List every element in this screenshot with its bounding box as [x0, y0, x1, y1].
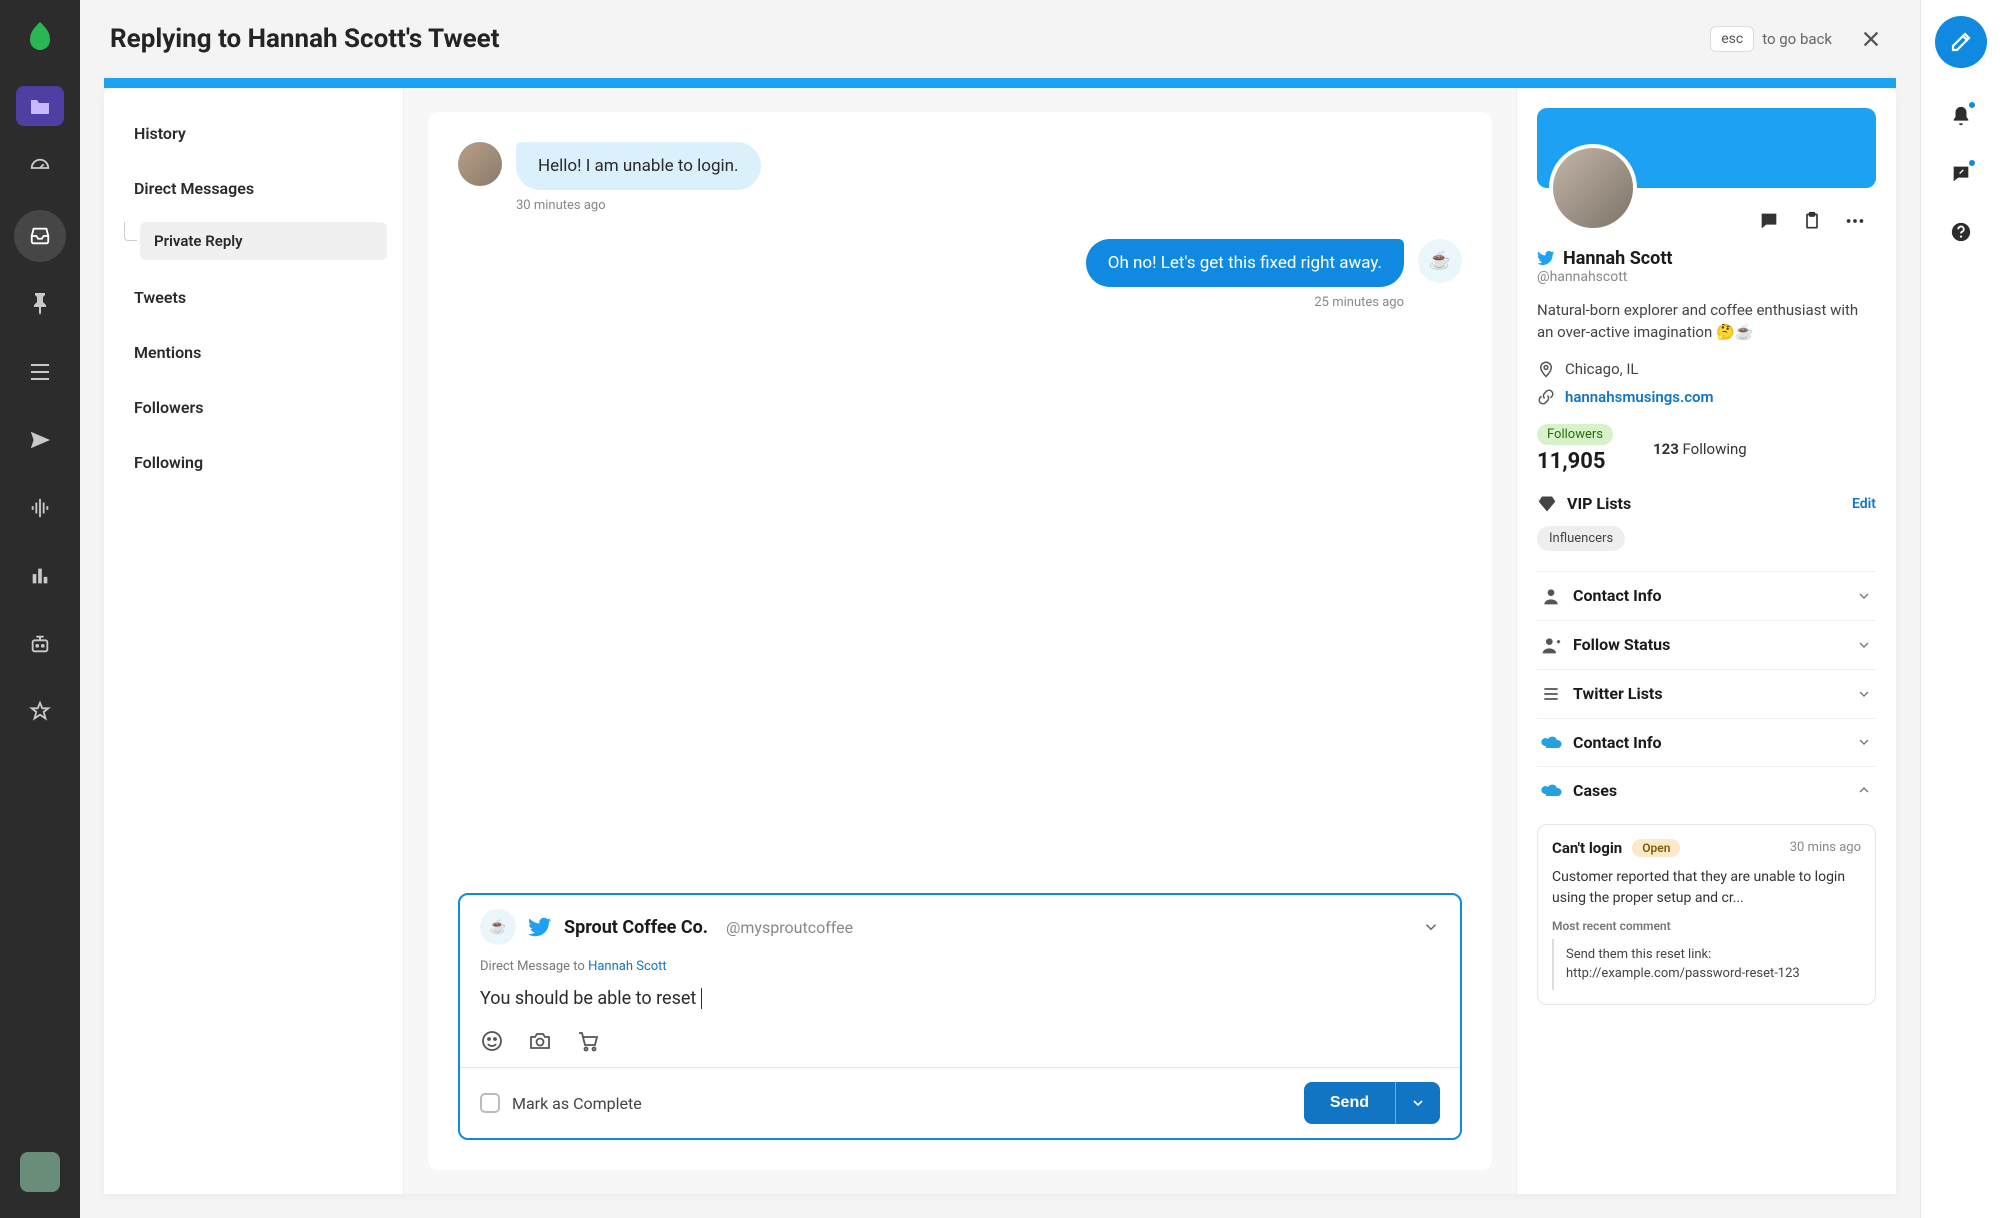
contact-avatar — [458, 142, 502, 186]
clipboard-icon[interactable] — [1802, 210, 1822, 232]
outgoing-time: 25 minutes ago — [458, 295, 1404, 310]
accordion-sf-cases[interactable]: Cases — [1537, 766, 1876, 814]
chevron-down-icon — [1856, 686, 1872, 702]
composer-sender-handle: @mysproutcoffee — [726, 918, 853, 937]
app-logo[interactable] — [20, 16, 60, 56]
notifications-icon[interactable] — [1941, 96, 1981, 136]
left-nav-rail — [0, 0, 80, 1218]
location-icon — [1537, 360, 1555, 378]
incoming-time: 30 minutes ago — [516, 198, 1462, 213]
close-button[interactable] — [1852, 20, 1890, 58]
conversation-nav: History Direct Messages Private Reply Tw… — [104, 88, 404, 1194]
case-status-badge: Open — [1632, 839, 1680, 857]
chevron-down-icon — [1856, 588, 1872, 604]
case-card[interactable]: Can't login Open 30 mins ago Customer re… — [1537, 824, 1876, 1005]
case-time: 30 mins ago — [1790, 840, 1861, 855]
nav-bot[interactable] — [14, 618, 66, 670]
nav-pin[interactable] — [14, 278, 66, 330]
case-comment: Send them this reset link: http://exampl… — [1552, 939, 1861, 990]
followers-badge: Followers — [1537, 424, 1613, 445]
person-icon — [1541, 586, 1561, 606]
more-icon[interactable] — [1844, 210, 1866, 232]
nav-following[interactable]: Following — [120, 441, 387, 484]
compose-button[interactable] — [1935, 16, 1987, 68]
salesforce-icon — [1541, 782, 1561, 798]
profile-name: Hannah Scott — [1563, 248, 1673, 269]
user-avatar-bottom[interactable] — [20, 1152, 60, 1192]
incoming-message: Hello! I am unable to login. — [516, 142, 761, 190]
nav-inbox[interactable] — [14, 210, 66, 262]
link-icon — [1537, 388, 1555, 406]
accordion-twitter-lists[interactable]: Twitter Lists — [1537, 669, 1876, 718]
esc-key-badge: esc — [1710, 26, 1754, 52]
page-title: Replying to Hannah Scott's Tweet — [110, 24, 1710, 54]
nav-reports[interactable] — [14, 550, 66, 602]
nav-reviews[interactable] — [14, 686, 66, 738]
help-icon[interactable] — [1941, 212, 1981, 252]
composer-recipient: Direct Message to Hannah Scott — [480, 959, 1440, 974]
esc-hint: to go back — [1762, 30, 1832, 48]
nav-publishing[interactable] — [14, 414, 66, 466]
chevron-up-icon — [1856, 782, 1872, 798]
followers-count: 11,905 — [1537, 449, 1613, 474]
mark-complete-label: Mark as Complete — [512, 1094, 642, 1113]
profile-website[interactable]: hannahsmusings.com — [1565, 388, 1714, 406]
chevron-down-icon — [1856, 734, 1872, 750]
case-recent-label: Most recent comment — [1552, 919, 1861, 933]
cart-icon[interactable] — [576, 1029, 600, 1053]
salesforce-icon — [1541, 734, 1561, 750]
case-title: Can't login — [1552, 839, 1622, 857]
vip-lists-label: VIP Lists — [1567, 494, 1842, 513]
nav-folder[interactable] — [16, 86, 64, 126]
follow-icon — [1541, 635, 1561, 655]
nav-feeds[interactable] — [14, 346, 66, 398]
profile-panel: Hannah Scott @hannahscott Natural-born e… — [1516, 88, 1896, 1194]
composer-brand-avatar: ☕ — [480, 909, 516, 945]
composer-sender-name: Sprout Coffee Co. — [564, 917, 708, 938]
nav-history[interactable]: History — [120, 112, 387, 155]
brand-avatar: ☕ — [1418, 239, 1462, 283]
vip-edit-link[interactable]: Edit — [1852, 496, 1876, 512]
diamond-icon — [1537, 494, 1557, 514]
twitter-icon — [528, 915, 552, 939]
emoji-picker-icon[interactable] — [480, 1029, 504, 1053]
send-button[interactable]: Send — [1304, 1082, 1395, 1124]
reply-composer: ☕ Sprout Coffee Co. @mysproutcoffee — [458, 893, 1462, 1140]
topbar: Replying to Hannah Scott's Tweet esc to … — [80, 0, 1920, 78]
conversation-panel: Hello! I am unable to login. 30 minutes … — [404, 88, 1516, 1194]
feedback-icon[interactable] — [1941, 154, 1981, 194]
nav-mentions[interactable]: Mentions — [120, 331, 387, 374]
accordion-contact-info[interactable]: Contact Info — [1537, 571, 1876, 620]
send-options-dropdown[interactable] — [1395, 1082, 1440, 1124]
camera-icon[interactable] — [528, 1029, 552, 1053]
nav-direct-messages[interactable]: Direct Messages — [120, 167, 387, 210]
composer-account-dropdown[interactable] — [1422, 918, 1440, 936]
mark-complete-checkbox[interactable] — [480, 1093, 500, 1113]
nav-private-reply[interactable]: Private Reply — [140, 222, 387, 260]
nav-tweets[interactable]: Tweets — [120, 276, 387, 319]
profile-avatar — [1549, 144, 1637, 232]
accordion-sf-contact[interactable]: Contact Info — [1537, 718, 1876, 766]
profile-bio: Natural-born explorer and coffee enthusi… — [1537, 299, 1876, 344]
profile-handle: @hannahscott — [1537, 269, 1876, 285]
network-color-strip — [104, 78, 1896, 88]
case-description: Customer reported that they are unable t… — [1552, 867, 1861, 909]
composer-textarea[interactable]: You should be able to reset — [480, 988, 1440, 1009]
nav-listening[interactable] — [14, 482, 66, 534]
vip-chip-influencers[interactable]: Influencers — [1537, 526, 1625, 551]
chevron-down-icon — [1856, 637, 1872, 653]
following-stat: 123 Following — [1653, 440, 1747, 458]
right-utility-rail — [1920, 0, 2000, 1218]
outgoing-message: Oh no! Let's get this fixed right away. — [1086, 239, 1404, 287]
list-icon — [1541, 684, 1561, 704]
profile-location: Chicago, IL — [1565, 360, 1639, 378]
accordion-follow-status[interactable]: Follow Status — [1537, 620, 1876, 669]
nav-dashboard[interactable] — [14, 142, 66, 194]
message-icon[interactable] — [1758, 210, 1780, 232]
twitter-icon — [1537, 249, 1555, 267]
nav-followers[interactable]: Followers — [120, 386, 387, 429]
